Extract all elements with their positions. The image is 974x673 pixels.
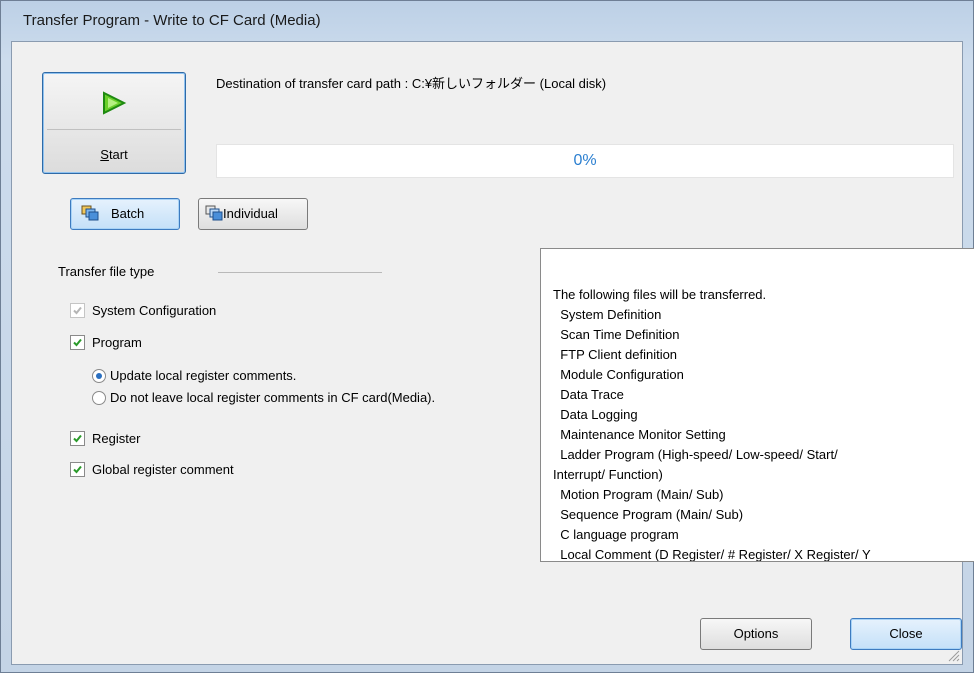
batch-label: Batch (111, 206, 145, 221)
no-comments-radio[interactable] (92, 391, 106, 405)
group-divider (218, 272, 382, 273)
start-divider (47, 129, 181, 130)
system-configuration-checkbox (70, 303, 85, 318)
play-icon (103, 91, 127, 115)
transfer-file-item: Scan Time Definition (553, 327, 680, 342)
transfer-file-item: C language program (553, 527, 679, 542)
transfer-file-item: Data Logging (553, 407, 638, 422)
transfer-files-list: The following files will be transferred.… (553, 285, 973, 562)
transfer-file-item: The following files will be transferred. (553, 287, 767, 302)
program-checkbox[interactable] (70, 335, 85, 350)
program-label: Program (92, 335, 142, 350)
register-checkbox[interactable] (70, 431, 85, 446)
individual-button[interactable]: Individual (198, 198, 308, 230)
transfer-file-item: Sequence Program (Main/ Sub) (553, 507, 744, 522)
window-title: Transfer Program - Write to CF Card (Med… (23, 12, 321, 29)
transfer-file-item: Interrupt/ Function) (553, 467, 663, 482)
options-button[interactable]: Options (700, 618, 812, 650)
transfer-file-item: System Definition (553, 307, 662, 322)
transfer-file-item: Data Trace (553, 387, 624, 402)
transfer-file-item: Ladder Program (High-speed/ Low-speed/ S… (553, 447, 838, 462)
update-comments-label: Update local register comments. (110, 368, 297, 383)
checkmark-icon (73, 338, 82, 347)
close-button[interactable]: Close (850, 618, 962, 650)
update-comments-radio[interactable] (92, 369, 106, 383)
transfer-file-item: Motion Program (Main/ Sub) (553, 487, 724, 502)
checkmark-icon (73, 434, 82, 443)
transfer-dialog: Transfer Program - Write to CF Card (Med… (0, 0, 974, 673)
destination-path: Destination of transfer card path : C:¥新… (216, 76, 607, 91)
batch-copy-icon (81, 205, 99, 221)
transfer-file-item: Maintenance Monitor Setting (553, 427, 726, 442)
checkmark-icon (73, 306, 82, 315)
no-comments-label: Do not leave local register comments in … (110, 390, 436, 405)
resize-grip-icon[interactable] (946, 648, 960, 662)
transfer-file-item: FTP Client definition (553, 347, 678, 362)
individual-label: Individual (223, 206, 278, 221)
system-configuration-label: System Configuration (92, 303, 217, 318)
batch-button[interactable]: Batch (70, 198, 180, 230)
progress-bar: 0% (216, 144, 954, 178)
title-bar[interactable]: Transfer Program - Write to CF Card (Med… (1, 1, 973, 39)
register-label: Register (92, 431, 141, 446)
transfer-files-info[interactable]: The following files will be transferred.… (540, 248, 974, 562)
radio-selected-dot (96, 373, 102, 379)
transfer-file-item: Module Configuration (553, 367, 684, 382)
global-comment-label: Global register comment (92, 462, 234, 477)
transfer-file-item: Local Comment (D Register/ # Register/ X… (553, 547, 871, 562)
progress-text: 0% (573, 152, 597, 169)
dialog-body: Start Destination of transfer card path … (11, 41, 974, 665)
transfer-file-type-label: Transfer file type (58, 264, 155, 279)
start-label: Start (100, 147, 128, 162)
start-button[interactable]: Start (42, 72, 186, 174)
global-comment-checkbox[interactable] (70, 462, 85, 477)
individual-copy-icon (205, 205, 223, 221)
checkmark-icon (73, 465, 82, 474)
